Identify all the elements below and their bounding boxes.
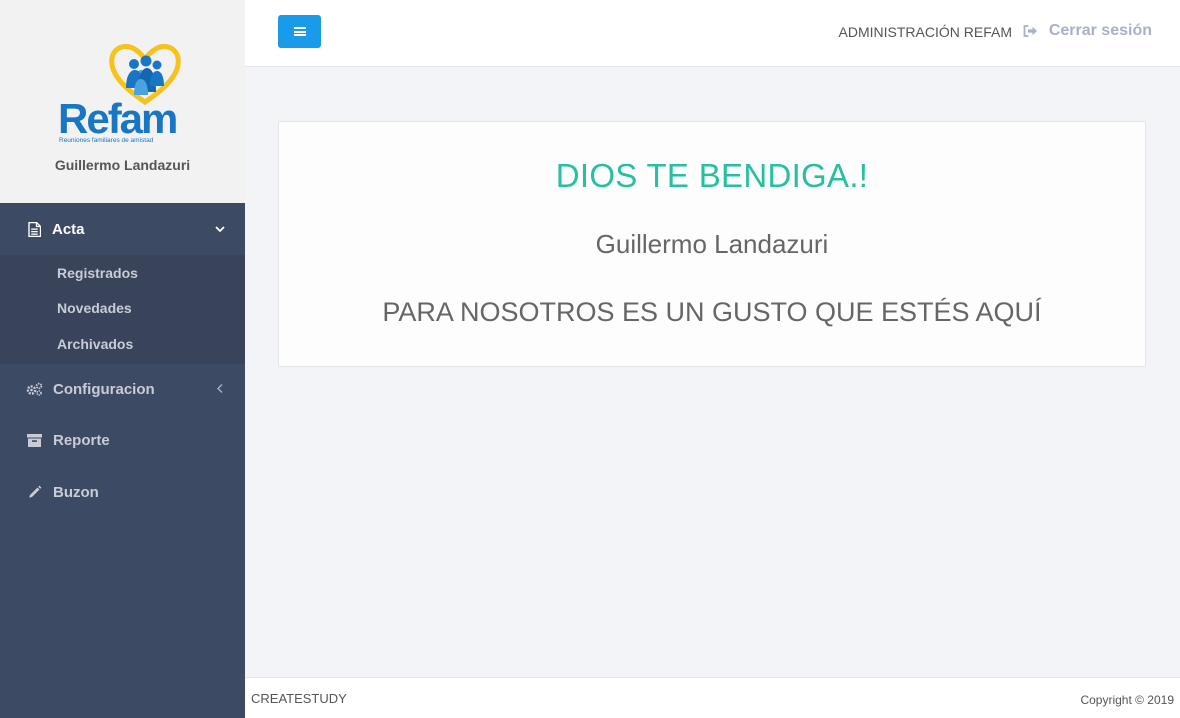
logout-link[interactable]: Cerrar sesión <box>1023 22 1152 40</box>
pencil-icon <box>26 484 43 500</box>
footer-brand: CREATESTUDY <box>251 691 347 706</box>
sidebar-item-label: Acta <box>52 220 85 238</box>
sidebar-profile: Refam Reuniones familiares de amistad Gu… <box>0 0 245 203</box>
sidebar-item-label: Buzon <box>53 483 99 501</box>
top-navbar: ADMINISTRACIÓN REFAM Cerrar sesión <box>245 0 1180 67</box>
sidebar-subitem-archivados[interactable]: Archivados <box>0 326 245 362</box>
sidebar-item-configuracion[interactable]: Configuracion <box>0 364 245 416</box>
logout-label: Cerrar sesión <box>1048 22 1152 39</box>
cogs-icon <box>26 381 43 397</box>
page-footer: CREATESTUDY Copyright © 2019 <box>245 677 1180 718</box>
archive-icon <box>26 433 43 449</box>
sidebar-menu: Acta Registrados Novedades Archivados Co… <box>0 203 245 518</box>
welcome-card: DIOS TE BENDIGA.! Guillermo Landazuri PA… <box>278 121 1146 367</box>
sidebar-item-label: Reporte <box>53 432 110 450</box>
sidebar-item-acta-toggle[interactable]: Acta <box>0 203 245 255</box>
admin-label: ADMINISTRACIÓN REFAM <box>838 24 1012 40</box>
sidebar-subitem-registrados[interactable]: Registrados <box>0 255 245 291</box>
sidebar-item-reporte[interactable]: Reporte <box>0 415 245 467</box>
welcome-message: PARA NOSOTROS ES UN GUSTO QUE ESTÉS AQUÍ <box>382 297 1042 327</box>
menu-toggle-button[interactable] <box>278 15 321 48</box>
footer-copyright: Copyright © 2019 <box>1080 693 1174 707</box>
sidebar: Refam Reuniones familiares de amistad Gu… <box>0 0 245 718</box>
chevron-down-icon <box>215 222 225 236</box>
refam-logo[interactable]: Refam Reuniones familiares de amistad <box>58 40 184 150</box>
sidebar-item-label: Configuracion <box>53 380 155 398</box>
welcome-title: DIOS TE BENDIGA.! <box>555 157 869 194</box>
profile-name: Guillermo Landazuri <box>54 157 191 173</box>
chevron-left-icon <box>217 382 223 397</box>
bars-icon <box>293 27 306 36</box>
acta-submenu: Registrados Novedades Archivados <box>0 255 245 364</box>
sidebar-item-buzon[interactable]: Buzon <box>0 467 245 519</box>
file-text-icon <box>26 221 42 237</box>
logo-tagline: Reuniones familiares de amistad <box>59 137 154 144</box>
sidebar-item-acta: Acta Registrados Novedades Archivados <box>0 203 245 364</box>
logo-wordmark: Refam <box>58 95 178 142</box>
sign-out-icon <box>1023 25 1038 37</box>
sidebar-subitem-novedades[interactable]: Novedades <box>0 291 245 327</box>
welcome-user-name: Guillermo Landazuri <box>595 229 829 259</box>
